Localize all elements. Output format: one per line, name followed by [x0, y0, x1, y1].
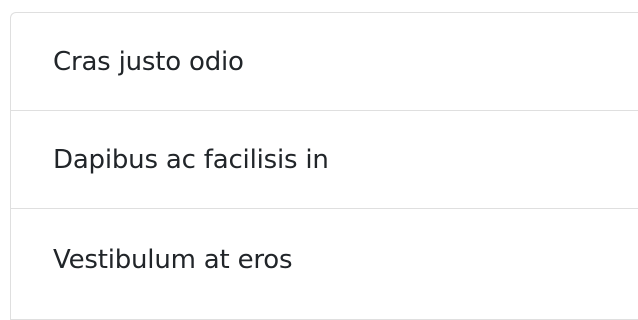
list-item-label: Vestibulum at eros	[53, 245, 293, 275]
list-item-vestibulum-at-eros[interactable]: Vestibulum at eros	[11, 209, 638, 319]
list-group: Cras justo odio Dapibus ac facilisis in …	[10, 12, 638, 320]
list-item-dapibus-ac-facilisis-in[interactable]: Dapibus ac facilisis in	[11, 111, 638, 209]
list-item-label: Dapibus ac facilisis in	[53, 144, 329, 175]
list-item-cras-justo-odio[interactable]: Cras justo odio	[11, 13, 638, 111]
list-item-label: Cras justo odio	[53, 46, 244, 77]
